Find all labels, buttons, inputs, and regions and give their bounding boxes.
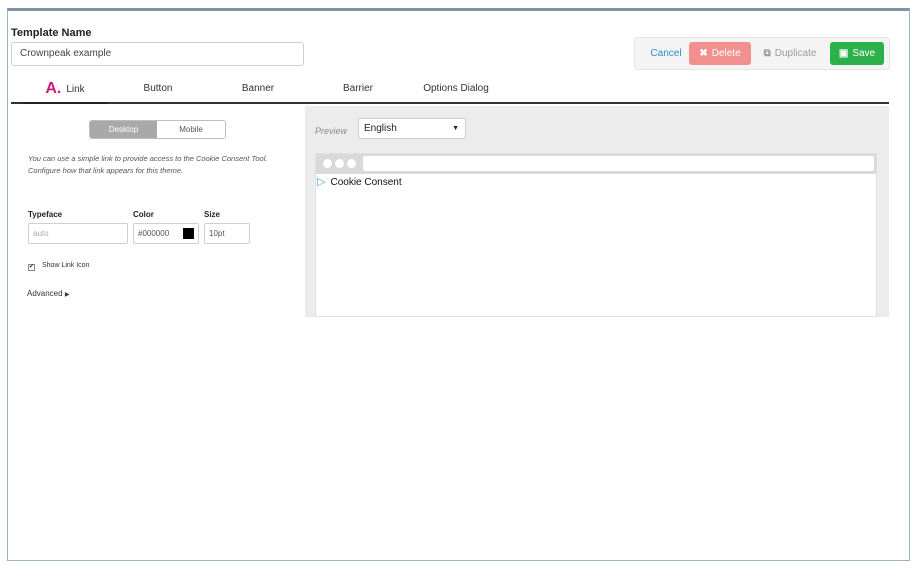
tab-link[interactable]: A. Link — [23, 80, 107, 104]
color-input[interactable]: #000000 — [133, 223, 199, 244]
template-name-input[interactable]: Crownpeak example — [11, 42, 304, 66]
preview-panel: Preview English ▼ ▷ Cookie Consent — [305, 106, 889, 317]
desktop-button[interactable]: Desktop — [90, 121, 157, 138]
browser-toolbar — [316, 154, 876, 174]
mobile-button[interactable]: Mobile — [157, 121, 225, 138]
duplicate-label: Duplicate — [774, 48, 817, 59]
language-select[interactable]: English ▼ — [358, 118, 466, 139]
copy-icon: ⧉ — [763, 48, 771, 59]
tab-link-label: Link — [66, 84, 85, 95]
caret-down-icon: ▼ — [452, 125, 459, 132]
color-value: #000000 — [138, 229, 170, 238]
floppy-icon: ▣ — [838, 48, 849, 59]
window-dot-icon — [323, 159, 332, 168]
delete-button[interactable]: ✖ Delete — [689, 42, 751, 65]
typeface-label: Typeface — [28, 210, 63, 219]
tab-banner[interactable]: Banner — [227, 80, 289, 102]
window-dot-icon — [335, 159, 344, 168]
template-editor: Template Name Crownpeak example Cancel ✖… — [7, 8, 910, 561]
cookie-consent-label: Cookie Consent — [330, 177, 402, 188]
link-description: You can use a simple link to provide acc… — [28, 154, 268, 175]
color-label: Color — [133, 210, 154, 219]
browser-preview: ▷ Cookie Consent — [315, 153, 877, 317]
show-link-icon-label: Show Link Icon — [42, 262, 90, 269]
show-link-icon-checkbox[interactable]: ✔ Show Link Icon — [28, 262, 89, 271]
caret-right-icon: ▶ — [64, 292, 70, 298]
color-swatch[interactable] — [183, 228, 194, 239]
checkbox-check-icon: ✔ — [28, 264, 35, 271]
cookie-consent-link[interactable]: ▷ Cookie Consent — [317, 175, 402, 188]
preview-label: Preview — [315, 126, 348, 136]
link-settings-panel: Desktop Mobile You can use a simple link… — [11, 106, 301, 316]
device-toggle: Desktop Mobile — [89, 120, 226, 139]
play-triangle-icon: ▷ — [317, 176, 326, 188]
delete-label: Delete — [711, 48, 741, 59]
save-button[interactable]: ▣ Save — [830, 42, 884, 65]
size-input[interactable]: 10pt — [204, 223, 250, 244]
advanced-label: Advanced — [27, 289, 63, 298]
tab-options-dialog[interactable]: Options Dialog — [415, 80, 497, 102]
tab-bar: A. Link Button Banner Barrier Options Dia… — [11, 80, 889, 104]
address-bar — [363, 156, 874, 171]
save-label: Save — [852, 48, 876, 59]
advanced-toggle[interactable]: Advanced ▶ — [27, 289, 69, 298]
duplicate-button[interactable]: ⧉ Duplicate — [755, 42, 825, 65]
template-name-label: Template Name — [11, 27, 92, 39]
window-dot-icon — [347, 159, 356, 168]
typeface-input[interactable]: auto — [28, 223, 128, 244]
close-icon: ✖ — [699, 48, 708, 59]
cancel-button[interactable]: Cancel — [643, 42, 689, 65]
tab-marker: A. — [45, 80, 62, 97]
tab-button[interactable]: Button — [127, 80, 189, 102]
tab-barrier[interactable]: Barrier — [327, 80, 389, 102]
action-bar: Cancel ✖ Delete ⧉ Duplicate ▣ Save — [634, 37, 890, 70]
size-label: Size — [204, 210, 221, 219]
language-value: English — [364, 123, 397, 134]
